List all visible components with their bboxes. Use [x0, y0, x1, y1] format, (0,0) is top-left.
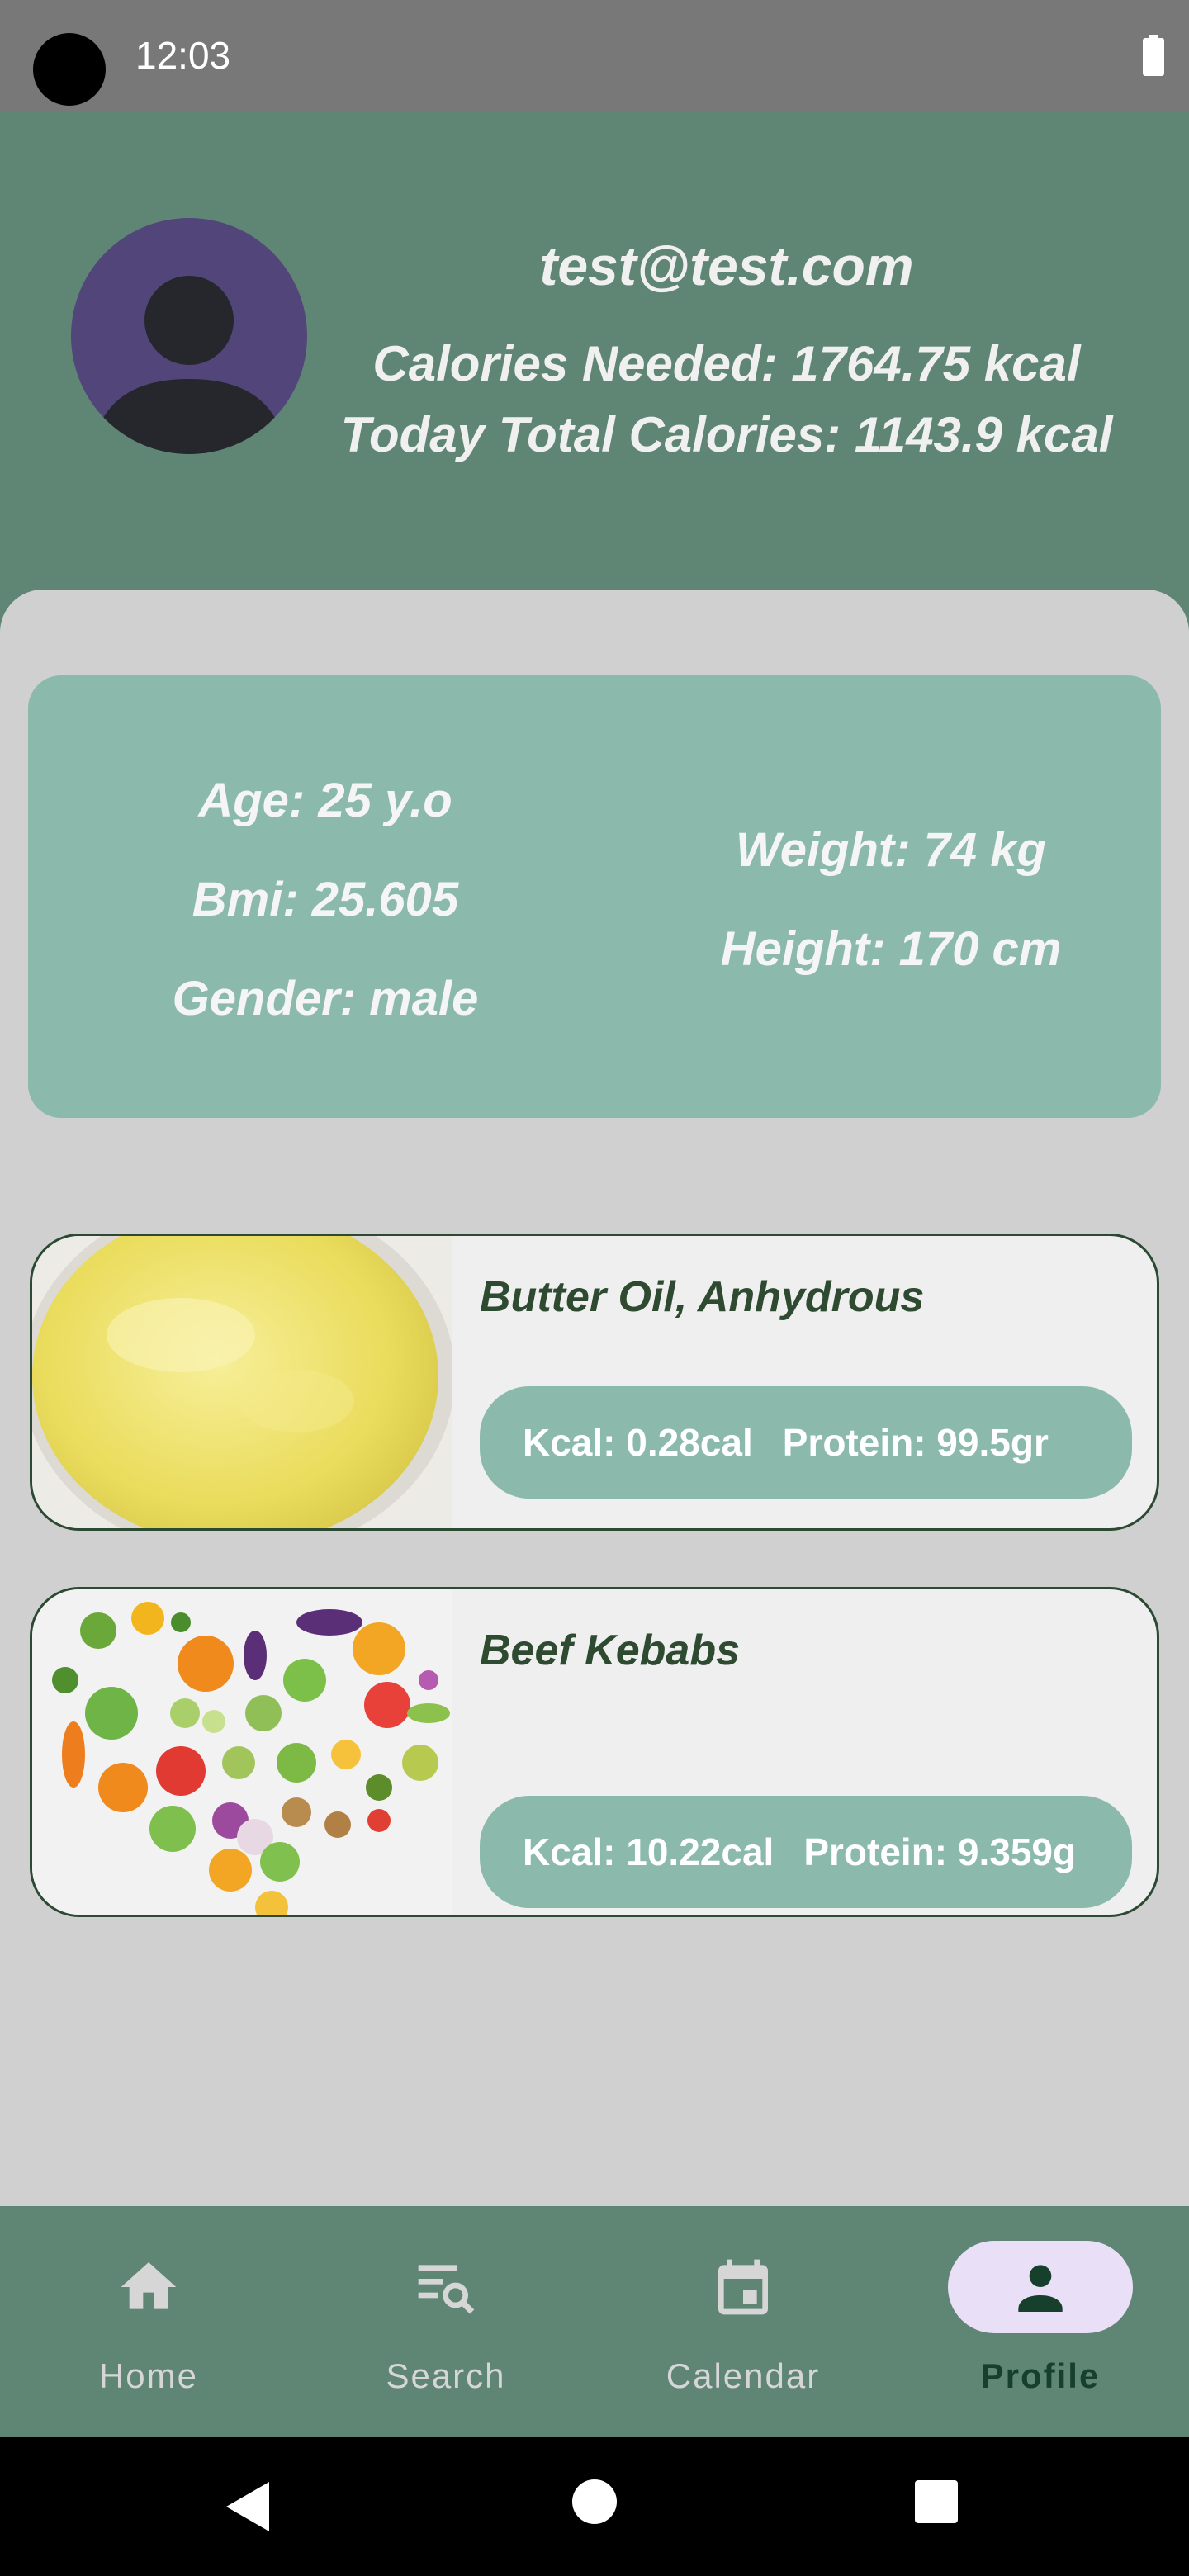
nav-label: Profile — [980, 2356, 1101, 2395]
profile-header: test@test.com Calories Needed: 1764.75 k… — [0, 111, 1189, 639]
food-card[interactable]: Butter Oil, Anhydrous Kcal: 0.28cal Prot… — [30, 1234, 1159, 1531]
kcal-value: Kcal: 10.22cal — [523, 1830, 775, 1873]
age-stat: Age: 25 y.o — [198, 774, 452, 827]
recents-square-icon[interactable] — [913, 2479, 959, 2525]
protein-value: Protein: 9.359g — [803, 1830, 1077, 1873]
search-list-icon — [418, 2265, 475, 2314]
bmi-stat: Bmi: 25.605 — [192, 873, 459, 926]
food-name: Beef Kebabs — [480, 1627, 740, 1674]
protein-value: Protein: 99.5gr — [782, 1421, 1049, 1464]
battery-icon — [1143, 35, 1164, 76]
calories-needed: Calories Needed: 1764.75 kcal — [372, 336, 1081, 391]
home-circle-icon[interactable] — [571, 2479, 618, 2525]
status-bar: 12:03 — [0, 0, 1189, 111]
nav-label: Home — [98, 2356, 199, 2395]
kcal-value: Kcal: 0.28cal — [523, 1421, 753, 1464]
home-icon — [121, 2262, 177, 2309]
height-stat: Height: 170 cm — [720, 922, 1062, 976]
food-card[interactable]: Beef Kebabs Kcal: 10.22cal Protein: 9.35… — [30, 1587, 1159, 1917]
camera-cutout — [33, 33, 106, 106]
gender-stat: Gender: male — [172, 972, 479, 1025]
nutrition-pill: Kcal: 10.22cal Protein: 9.359g — [480, 1796, 1132, 1908]
profile-content[interactable]: Age: 25 y.o Bmi: 25.605 Gender: male Wei… — [0, 590, 1189, 2208]
butter-oil-image — [32, 1236, 452, 1528]
calendar-icon — [718, 2259, 768, 2315]
nav-item-calendar[interactable]: Calendar — [594, 2206, 892, 2437]
avatar[interactable] — [71, 218, 307, 454]
system-navigation-bar — [0, 2437, 1189, 2576]
user-email: test@test.com — [539, 235, 914, 296]
weight-stat: Weight: 74 kg — [736, 823, 1046, 877]
person-icon — [1018, 2265, 1063, 2312]
back-triangle-icon[interactable] — [223, 2479, 272, 2535]
today-total-calories: Today Total Calories: 1143.9 kcal — [340, 407, 1113, 462]
nav-label: Calendar — [666, 2356, 821, 2395]
nav-item-home[interactable]: Home — [0, 2206, 297, 2437]
stats-card: Age: 25 y.o Bmi: 25.605 Gender: male Wei… — [28, 675, 1161, 1118]
nav-item-search[interactable]: Search — [297, 2206, 594, 2437]
status-time: 12:03 — [135, 34, 231, 77]
food-name: Butter Oil, Anhydrous — [480, 1273, 925, 1321]
person-avatar-icon — [100, 276, 278, 454]
vegetables-heart-image — [32, 1589, 452, 1915]
nav-label: Search — [386, 2356, 506, 2395]
nav-item-profile[interactable]: Profile — [892, 2206, 1189, 2437]
nutrition-pill: Kcal: 0.28cal Protein: 99.5gr — [480, 1386, 1132, 1499]
bottom-navigation: Home Search Calendar Profile — [0, 2206, 1189, 2437]
